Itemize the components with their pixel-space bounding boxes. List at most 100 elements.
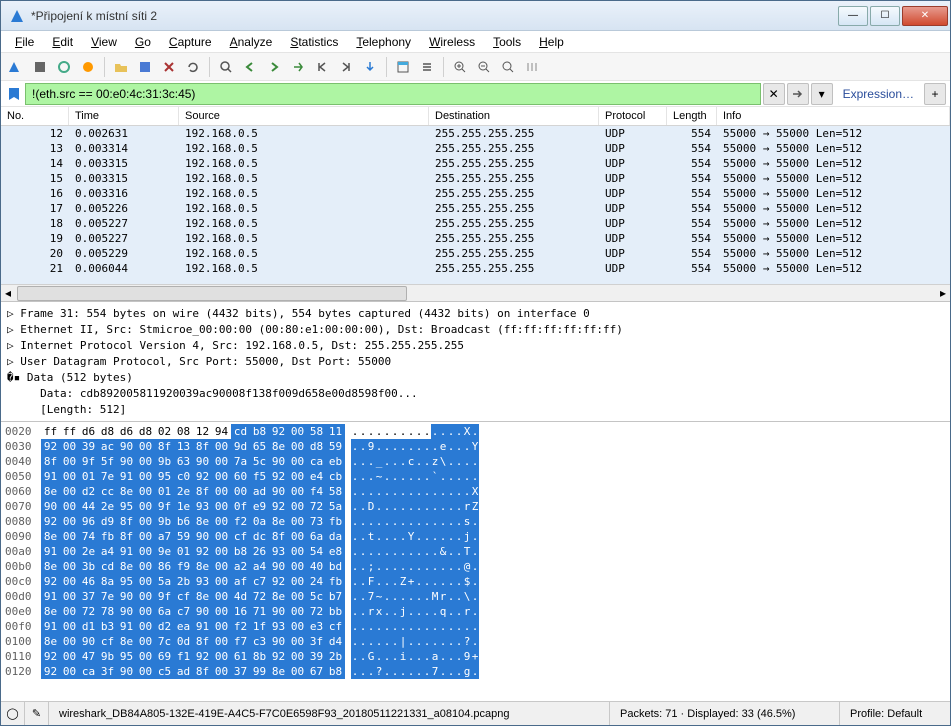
hex-row[interactable]: 00e08e00727890006ac790001671900072bb..rx… <box>5 604 946 619</box>
col-destination[interactable]: Destination <box>429 107 599 125</box>
menu-edit[interactable]: Edit <box>44 33 81 51</box>
close-button[interactable]: ✕ <box>902 6 948 26</box>
hex-row[interactable]: 00b08e003bcd8e0086f98e00a2a4900040bd..;.… <box>5 559 946 574</box>
hex-row[interactable]: 00a091002ea491009e019200b826930054e8....… <box>5 544 946 559</box>
jump-icon[interactable] <box>287 56 309 78</box>
menu-view[interactable]: View <box>83 33 125 51</box>
colorize-icon[interactable] <box>392 56 414 78</box>
hex-row[interactable]: 0030920039ac90008f138f009d658e00d859..9.… <box>5 439 946 454</box>
packet-details-pane[interactable]: ▷ Frame 31: 554 bytes on wire (4432 bits… <box>1 302 950 422</box>
resize-cols-icon[interactable] <box>521 56 543 78</box>
detail-line[interactable]: �▪ Data (512 bytes) <box>7 370 944 386</box>
open-icon[interactable] <box>110 56 132 78</box>
hex-dump-pane[interactable]: 0020ffffd6d8d6d802081294cdb892005811....… <box>1 422 950 701</box>
main-toolbar <box>1 53 950 81</box>
menu-telephony[interactable]: Telephony <box>348 33 419 51</box>
status-expert-icon[interactable]: ✎ <box>25 702 49 725</box>
hscroll-thumb[interactable] <box>17 286 407 301</box>
packet-row[interactable]: 170.005226192.168.0.5255.255.255.255UDP5… <box>1 201 950 216</box>
last-icon[interactable] <box>335 56 357 78</box>
menu-help[interactable]: Help <box>531 33 572 51</box>
col-protocol[interactable]: Protocol <box>599 107 667 125</box>
hex-row[interactable]: 00c09200468a95005a2b9300afc7920024fb..F.… <box>5 574 946 589</box>
detail-line[interactable]: ▷ Ethernet II, Src: Stmicroe_00:00:00 (0… <box>7 322 944 338</box>
zoom-out-icon[interactable] <box>473 56 495 78</box>
hex-row[interactable]: 0080920096d98f009bb68e00f20a8e0073fb....… <box>5 514 946 529</box>
packet-row[interactable]: 130.003314192.168.0.5255.255.255.255UDP5… <box>1 141 950 156</box>
maximize-button[interactable]: ☐ <box>870 6 900 26</box>
zoom-reset-icon[interactable] <box>497 56 519 78</box>
hex-row[interactable]: 01109200479b950069f19200618b9200392b..G.… <box>5 649 946 664</box>
hex-row[interactable]: 00908e0074fb8f00a7599000cfdc8f006ada..t.… <box>5 529 946 544</box>
add-filter-button[interactable]: + <box>924 83 946 105</box>
first-icon[interactable] <box>311 56 333 78</box>
toolbar-separator <box>104 57 105 77</box>
menu-go[interactable]: Go <box>127 33 159 51</box>
hex-row[interactable]: 01008e0090cf8e007c0d8f00f7c390003fd4....… <box>5 634 946 649</box>
restart-icon[interactable] <box>53 56 75 78</box>
reload-icon[interactable] <box>182 56 204 78</box>
packet-row[interactable]: 200.005229192.168.0.5255.255.255.255UDP5… <box>1 246 950 261</box>
packet-row[interactable]: 210.006044192.168.0.5255.255.255.255UDP5… <box>1 261 950 276</box>
hex-row[interactable]: 01209200ca3f9000c5ad8f0037998e0067b8...?… <box>5 664 946 679</box>
menu-file[interactable]: File <box>7 33 42 51</box>
find-icon[interactable] <box>215 56 237 78</box>
menu-capture[interactable]: Capture <box>161 33 220 51</box>
save-icon[interactable] <box>134 56 156 78</box>
shark-icon[interactable] <box>5 56 27 78</box>
status-bullet-icon[interactable]: ◯ <box>1 702 25 725</box>
display-filter-input[interactable] <box>25 83 761 105</box>
autoscroll-icon[interactable] <box>359 56 381 78</box>
list-icon[interactable] <box>416 56 438 78</box>
packet-row[interactable]: 180.005227192.168.0.5255.255.255.255UDP5… <box>1 216 950 231</box>
zoom-in-icon[interactable] <box>449 56 471 78</box>
status-packets: Packets: 71 · Displayed: 33 (46.5%) <box>610 702 840 725</box>
col-no[interactable]: No. <box>1 107 69 125</box>
hex-row[interactable]: 00608e00d2cc8e00012e8f0000ad9000f458....… <box>5 484 946 499</box>
hex-row[interactable]: 00f09100d1b39100d2ea9100f21f9300e3cf....… <box>5 619 946 634</box>
status-profile[interactable]: Profile: Default <box>840 702 950 725</box>
apply-filter-button[interactable] <box>787 83 809 105</box>
hex-row[interactable]: 00d09100377e90009fcf8e004d728e005cb7..7~… <box>5 589 946 604</box>
menu-tools[interactable]: Tools <box>485 33 529 51</box>
minimize-button[interactable]: — <box>838 6 868 26</box>
menu-bar: FileEditViewGoCaptureAnalyzeStatisticsTe… <box>1 31 950 53</box>
col-info[interactable]: Info <box>717 107 950 125</box>
packet-row[interactable]: 120.002631192.168.0.5255.255.255.255UDP5… <box>1 126 950 141</box>
app-icon <box>9 8 25 24</box>
options-icon[interactable] <box>77 56 99 78</box>
packet-row[interactable]: 150.003315192.168.0.5255.255.255.255UDP5… <box>1 171 950 186</box>
detail-line[interactable]: ▷ User Datagram Protocol, Src Port: 5500… <box>7 354 944 370</box>
hex-row[interactable]: 0020ffffd6d8d6d802081294cdb892005811....… <box>5 424 946 439</box>
packet-row[interactable]: 190.005227192.168.0.5255.255.255.255UDP5… <box>1 231 950 246</box>
packet-row[interactable]: 160.003316192.168.0.5255.255.255.255UDP5… <box>1 186 950 201</box>
toolbar-separator <box>443 57 444 77</box>
stop-icon[interactable] <box>29 56 51 78</box>
clear-filter-button[interactable]: ✕ <box>763 83 785 105</box>
packet-row[interactable]: 140.003315192.168.0.5255.255.255.255UDP5… <box>1 156 950 171</box>
window-buttons: — ☐ ✕ <box>836 6 948 26</box>
window-title: *Připojení k místní síti 2 <box>31 9 836 23</box>
detail-line[interactable]: [Length: 512] <box>7 402 944 418</box>
prev-icon[interactable] <box>239 56 261 78</box>
menu-statistics[interactable]: Statistics <box>282 33 346 51</box>
next-icon[interactable] <box>263 56 285 78</box>
col-length[interactable]: Length <box>667 107 717 125</box>
packet-list-hscroll[interactable]: ◂ ▸ <box>1 284 950 301</box>
hex-row[interactable]: 00709000442e95009f1e93000fe99200725a..D.… <box>5 499 946 514</box>
bookmark-icon[interactable] <box>5 85 23 103</box>
packet-list[interactable]: 120.002631192.168.0.5255.255.255.255UDP5… <box>1 126 950 284</box>
toolbar-separator <box>386 57 387 77</box>
hex-row[interactable]: 00408f009f5f90009b6390007a5c9000caeb..._… <box>5 454 946 469</box>
menu-analyze[interactable]: Analyze <box>222 33 281 51</box>
hex-row[interactable]: 00509100017e910095c0920060f59200e4cb...~… <box>5 469 946 484</box>
col-time[interactable]: Time <box>69 107 179 125</box>
expression-button[interactable]: Expression… <box>835 87 922 101</box>
close-file-icon[interactable] <box>158 56 180 78</box>
col-source[interactable]: Source <box>179 107 429 125</box>
recent-filter-button[interactable]: ▾ <box>811 83 833 105</box>
detail-line[interactable]: ▷ Frame 31: 554 bytes on wire (4432 bits… <box>7 306 944 322</box>
menu-wireless[interactable]: Wireless <box>421 33 483 51</box>
detail-line[interactable]: Data: cdb892005811920039ac90008f138f009d… <box>7 386 944 402</box>
detail-line[interactable]: ▷ Internet Protocol Version 4, Src: 192.… <box>7 338 944 354</box>
